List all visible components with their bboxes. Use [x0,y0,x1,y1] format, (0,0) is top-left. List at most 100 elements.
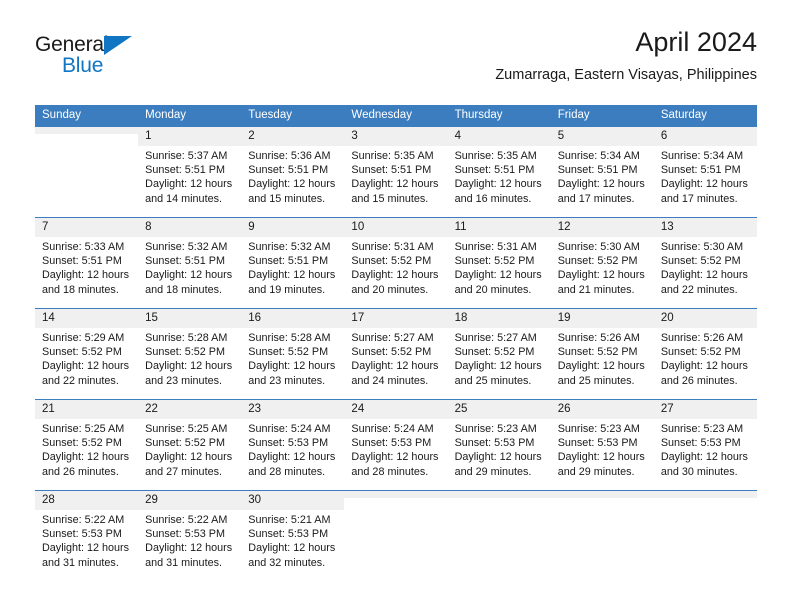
day-daylight1-text: Daylight: 12 hours [454,360,542,373]
day-daylight2-text: and 23 minutes. [248,374,326,387]
calendar-day-cell[interactable]: 9 Sunrise: 5:32 AM Sunset: 5:51 PM Daylight… [241,217,345,309]
day-sunset-text: Sunset: 5:51 PM [660,164,741,177]
day-daylight1-text: Daylight: 12 hours [145,269,233,282]
day-sunrise-text: Sunrise: 5:25 AM [42,423,125,435]
day-number: 10 [344,218,448,237]
day-number: 7 [35,218,139,237]
calendar-day-cell-empty [35,126,139,218]
day-sunset-text: Sunset: 5:52 PM [454,255,535,268]
day-number [653,491,757,498]
calendar-day-cell[interactable]: 28 Sunrise: 5:22 AM Sunset: 5:53 PM Dayligh… [35,490,139,581]
calendar-day-cell[interactable]: 8 Sunrise: 5:32 AM Sunset: 5:51 PM Daylight… [138,217,242,309]
calendar-day-cell[interactable]: 10 Sunrise: 5:31 AM Sunset: 5:52 PM Dayligh… [344,217,448,309]
day-daylight1-text: Daylight: 12 hours [557,451,645,464]
day-number: 27 [653,400,757,419]
day-sunset-text: Sunset: 5:53 PM [42,528,122,541]
day-number: 5 [550,127,654,146]
day-daylight1-text: Daylight: 12 hours [454,269,542,282]
calendar-week-row: 1 Sunrise: 5:37 AM Sunset: 5:51 PM Daylight… [35,126,757,218]
calendar-day-cell-empty [447,490,551,581]
calendar-day-cell[interactable]: 14 Sunrise: 5:29 AM Sunset: 5:52 PM Dayligh… [35,308,139,400]
calendar-grid: Sunday Monday Tuesday Wednesday Thursday Frid… [35,105,757,581]
day-number: 4 [447,127,551,146]
day-details: Sunrise: 5:21 AM Sunset: 5:53 PM Daylight:… [241,510,344,570]
day-details: Sunrise: 5:32 AM Sunset: 5:51 PM Daylight:… [241,237,344,297]
day-number: 26 [550,400,654,419]
calendar-week-row: 21 Sunrise: 5:25 AM Sunset: 5:52 PM Dayligh… [35,399,757,491]
day-sunset-text: Sunset: 5:52 PM [351,255,432,268]
day-daylight2-text: and 24 minutes. [351,374,429,387]
day-daylight1-text: Daylight: 12 hours [660,178,748,191]
day-daylight1-text: Daylight: 12 hours [248,542,336,555]
day-details: Sunrise: 5:30 AM Sunset: 5:52 PM Daylight:… [654,237,757,297]
calendar-page: General Blue April 2024 Zumarraga, Easte… [0,0,792,612]
day-sunset-text: Sunset: 5:53 PM [660,437,741,450]
day-number: 12 [550,218,654,237]
day-sunrise-text: Sunrise: 5:36 AM [248,150,331,162]
day-number [447,491,551,498]
day-sunrise-text: Sunrise: 5:32 AM [248,241,331,253]
calendar-day-cell[interactable]: 23 Sunrise: 5:24 AM Sunset: 5:53 PM Dayligh… [241,399,345,491]
day-details: Sunrise: 5:27 AM Sunset: 5:52 PM Daylight:… [344,328,447,388]
weekday-header: Sunday Monday Tuesday Wednesday Thursday Frid… [35,105,757,127]
calendar-week-row: 28 Sunrise: 5:22 AM Sunset: 5:53 PM Dayligh… [35,490,757,581]
calendar-day-cell[interactable]: 11 Sunrise: 5:31 AM Sunset: 5:52 PM Dayligh… [447,217,551,309]
day-sunset-text: Sunset: 5:52 PM [42,346,122,359]
day-daylight1-text: Daylight: 12 hours [145,542,233,555]
calendar-day-cell[interactable]: 22 Sunrise: 5:25 AM Sunset: 5:52 PM Dayligh… [138,399,242,491]
day-sunrise-text: Sunrise: 5:27 AM [351,332,434,344]
day-sunrise-text: Sunrise: 5:34 AM [557,150,640,162]
calendar-day-cell[interactable]: 16 Sunrise: 5:28 AM Sunset: 5:52 PM Dayligh… [241,308,345,400]
day-sunset-text: Sunset: 5:53 PM [145,528,225,541]
page-title: April 2024 [635,27,757,57]
day-daylight1-text: Daylight: 12 hours [557,360,645,373]
day-number: 19 [550,309,654,328]
calendar-day-cell[interactable]: 15 Sunrise: 5:28 AM Sunset: 5:52 PM Dayligh… [138,308,242,400]
day-number: 13 [653,218,757,237]
calendar-day-cell[interactable]: 29 Sunrise: 5:22 AM Sunset: 5:53 PM Dayligh… [138,490,242,581]
calendar-day-cell[interactable]: 24 Sunrise: 5:24 AM Sunset: 5:53 PM Dayligh… [344,399,448,491]
day-sunrise-text: Sunrise: 5:31 AM [351,241,434,253]
calendar-day-cell[interactable]: 27 Sunrise: 5:23 AM Sunset: 5:53 PM Dayligh… [653,399,757,491]
calendar-day-cell[interactable]: 17 Sunrise: 5:27 AM Sunset: 5:52 PM Dayligh… [344,308,448,400]
day-sunset-text: Sunset: 5:52 PM [248,346,329,359]
day-number: 21 [35,400,139,419]
day-daylight2-text: and 26 minutes. [42,465,119,478]
day-daylight1-text: Daylight: 12 hours [145,360,233,373]
day-sunrise-text: Sunrise: 5:22 AM [145,514,228,526]
calendar-day-cell[interactable]: 1 Sunrise: 5:37 AM Sunset: 5:51 PM Daylight… [138,126,242,218]
day-sunrise-text: Sunrise: 5:30 AM [660,241,744,253]
calendar-day-cell[interactable]: 6 Sunrise: 5:34 AM Sunset: 5:51 PM Daylight… [653,126,757,218]
day-sunrise-text: Sunrise: 5:22 AM [42,514,125,526]
day-daylight2-text: and 20 minutes. [351,283,429,296]
title-block: April 2024 Zumarraga, Eastern Visayas, P… [495,26,757,84]
day-daylight2-text: and 23 minutes. [145,374,222,387]
day-daylight1-text: Daylight: 12 hours [42,542,130,555]
calendar-body: 1 Sunrise: 5:37 AM Sunset: 5:51 PM Daylight… [35,126,757,581]
calendar-day-cell[interactable]: 25 Sunrise: 5:23 AM Sunset: 5:53 PM Dayligh… [447,399,551,491]
day-daylight1-text: Daylight: 12 hours [454,451,542,464]
day-number: 3 [344,127,448,146]
calendar-day-cell[interactable]: 13 Sunrise: 5:30 AM Sunset: 5:52 PM Dayligh… [653,217,757,309]
calendar-day-cell[interactable]: 7 Sunrise: 5:33 AM Sunset: 5:51 PM Daylight… [35,217,139,309]
day-sunrise-text: Sunrise: 5:27 AM [454,332,537,344]
calendar-day-cell[interactable]: 21 Sunrise: 5:25 AM Sunset: 5:52 PM Dayligh… [35,399,139,491]
day-details: Sunrise: 5:32 AM Sunset: 5:51 PM Daylight:… [138,237,241,297]
day-details: Sunrise: 5:23 AM Sunset: 5:53 PM Daylight:… [654,419,757,479]
calendar-day-cell[interactable]: 19 Sunrise: 5:26 AM Sunset: 5:52 PM Dayligh… [550,308,654,400]
calendar-day-cell[interactable]: 12 Sunrise: 5:30 AM Sunset: 5:52 PM Dayligh… [550,217,654,309]
calendar-day-cell[interactable]: 5 Sunrise: 5:34 AM Sunset: 5:51 PM Daylight… [550,126,654,218]
calendar-day-cell[interactable]: 3 Sunrise: 5:35 AM Sunset: 5:51 PM Daylight… [344,126,448,218]
day-sunrise-text: Sunrise: 5:34 AM [660,150,744,162]
calendar-day-cell[interactable]: 20 Sunrise: 5:26 AM Sunset: 5:52 PM Dayligh… [653,308,757,400]
calendar-day-cell[interactable]: 30 Sunrise: 5:21 AM Sunset: 5:53 PM Dayligh… [241,490,345,581]
day-sunset-text: Sunset: 5:51 PM [42,255,122,268]
calendar-day-cell[interactable]: 4 Sunrise: 5:35 AM Sunset: 5:51 PM Daylight… [447,126,551,218]
day-daylight1-text: Daylight: 12 hours [42,269,130,282]
calendar-day-cell[interactable]: 26 Sunrise: 5:23 AM Sunset: 5:53 PM Dayligh… [550,399,654,491]
calendar-day-cell[interactable]: 2 Sunrise: 5:36 AM Sunset: 5:51 PM Daylight… [241,126,345,218]
day-daylight2-text: and 31 minutes. [145,556,222,569]
day-details: Sunrise: 5:28 AM Sunset: 5:52 PM Daylight:… [138,328,241,388]
day-details: Sunrise: 5:37 AM Sunset: 5:51 PM Daylight:… [138,146,241,206]
calendar-day-cell[interactable]: 18 Sunrise: 5:27 AM Sunset: 5:52 PM Dayligh… [447,308,551,400]
